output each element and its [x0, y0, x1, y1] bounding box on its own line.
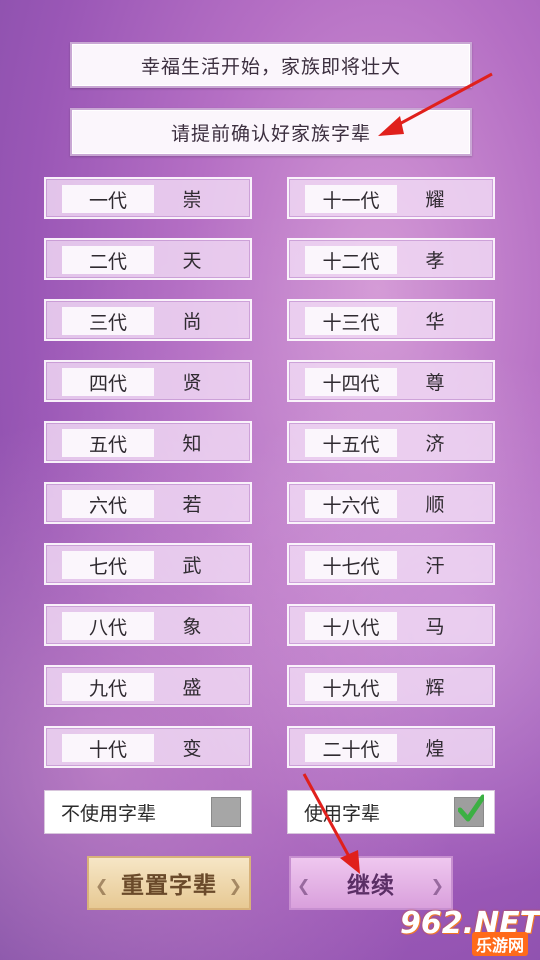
right-ornament-icon: ❯	[430, 876, 445, 895]
generation-row-19[interactable]: 十九代 辉	[287, 665, 495, 707]
generation-char[interactable]: 贤	[158, 362, 226, 400]
generation-row-9[interactable]: 九代 盛	[44, 665, 252, 707]
generation-label: 十三代	[305, 307, 397, 335]
generation-label: 四代	[62, 368, 154, 396]
generation-char[interactable]: 马	[401, 606, 469, 644]
generation-row-10[interactable]: 十代 变	[44, 726, 252, 768]
generation-label: 十四代	[305, 368, 397, 396]
use-checkbox[interactable]	[454, 794, 484, 827]
generation-label: 十五代	[305, 429, 397, 457]
generation-char[interactable]: 变	[158, 728, 226, 766]
generation-row-15[interactable]: 十五代 济	[287, 421, 495, 463]
generation-label: 十一代	[305, 185, 397, 213]
generation-char[interactable]: 盛	[158, 667, 226, 705]
check-icon	[458, 794, 484, 822]
generation-row-4[interactable]: 四代 贤	[44, 360, 252, 402]
generation-char[interactable]: 济	[401, 423, 469, 461]
generation-char[interactable]: 耀	[401, 179, 469, 217]
generation-row-11[interactable]: 十一代 耀	[287, 177, 495, 219]
title-banner: 幸福生活开始，家族即将壮大	[70, 42, 472, 88]
continue-button[interactable]: ❮ 继续 ❯	[289, 856, 453, 910]
confirm-banner: 请提前确认好家族字辈	[70, 108, 472, 156]
generation-row-7[interactable]: 七代 武	[44, 543, 252, 585]
continue-button-label: 继续	[347, 873, 395, 899]
generation-row-8[interactable]: 八代 象	[44, 604, 252, 646]
generation-char[interactable]: 天	[158, 240, 226, 278]
generation-label: 八代	[62, 612, 154, 640]
generation-row-2[interactable]: 二代 天	[44, 238, 252, 280]
option-label: 不使用字辈	[61, 802, 157, 825]
no-use-checkbox[interactable]	[211, 797, 241, 827]
generation-char[interactable]: 崇	[158, 179, 226, 217]
generation-char[interactable]: 汗	[401, 545, 469, 583]
generation-row-16[interactable]: 十六代 顺	[287, 482, 495, 524]
reset-button-label: 重置字辈	[121, 873, 217, 899]
generation-label: 十二代	[305, 246, 397, 274]
generation-char[interactable]: 尊	[401, 362, 469, 400]
generation-char[interactable]: 顺	[401, 484, 469, 522]
generation-char[interactable]: 煌	[401, 728, 469, 766]
generation-row-17[interactable]: 十七代 汗	[287, 543, 495, 585]
watermark-sub: 乐游网	[471, 932, 528, 956]
watermark-logo: 962.NET 乐游网	[400, 904, 540, 956]
generation-label: 二代	[62, 246, 154, 274]
generation-char[interactable]: 华	[401, 301, 469, 339]
generation-row-20[interactable]: 二十代 煌	[287, 726, 495, 768]
generation-row-12[interactable]: 十二代 孝	[287, 238, 495, 280]
generation-row-18[interactable]: 十八代 马	[287, 604, 495, 646]
generation-label: 十代	[62, 734, 154, 762]
generation-label: 二十代	[305, 734, 397, 762]
generation-label: 十六代	[305, 490, 397, 518]
generation-label: 五代	[62, 429, 154, 457]
generation-char[interactable]: 知	[158, 423, 226, 461]
generation-row-1[interactable]: 一代 崇	[44, 177, 252, 219]
option-use-generation-names[interactable]: 使用字辈	[287, 790, 495, 834]
generation-label: 十八代	[305, 612, 397, 640]
generation-label: 十七代	[305, 551, 397, 579]
generation-char[interactable]: 孝	[401, 240, 469, 278]
generation-char[interactable]: 象	[158, 606, 226, 644]
generation-row-3[interactable]: 三代 尚	[44, 299, 252, 341]
generation-label: 六代	[62, 490, 154, 518]
generation-label: 七代	[62, 551, 154, 579]
generation-label: 一代	[62, 185, 154, 213]
left-ornament-icon: ❮	[297, 876, 312, 895]
generation-char[interactable]: 辉	[401, 667, 469, 705]
generation-row-5[interactable]: 五代 知	[44, 421, 252, 463]
generation-row-6[interactable]: 六代 若	[44, 482, 252, 524]
generation-label: 三代	[62, 307, 154, 335]
option-label: 使用字辈	[304, 802, 381, 825]
generation-row-13[interactable]: 十三代 华	[287, 299, 495, 341]
generation-char[interactable]: 若	[158, 484, 226, 522]
option-no-generation-names[interactable]: 不使用字辈	[44, 790, 252, 834]
right-ornament-icon: ❯	[228, 876, 243, 895]
generation-label: 十九代	[305, 673, 397, 701]
left-ornament-icon: ❮	[95, 876, 110, 895]
generation-char[interactable]: 尚	[158, 301, 226, 339]
generation-label: 九代	[62, 673, 154, 701]
generation-row-14[interactable]: 十四代 尊	[287, 360, 495, 402]
reset-button[interactable]: ❮ 重置字辈 ❯	[87, 856, 251, 910]
generation-char[interactable]: 武	[158, 545, 226, 583]
